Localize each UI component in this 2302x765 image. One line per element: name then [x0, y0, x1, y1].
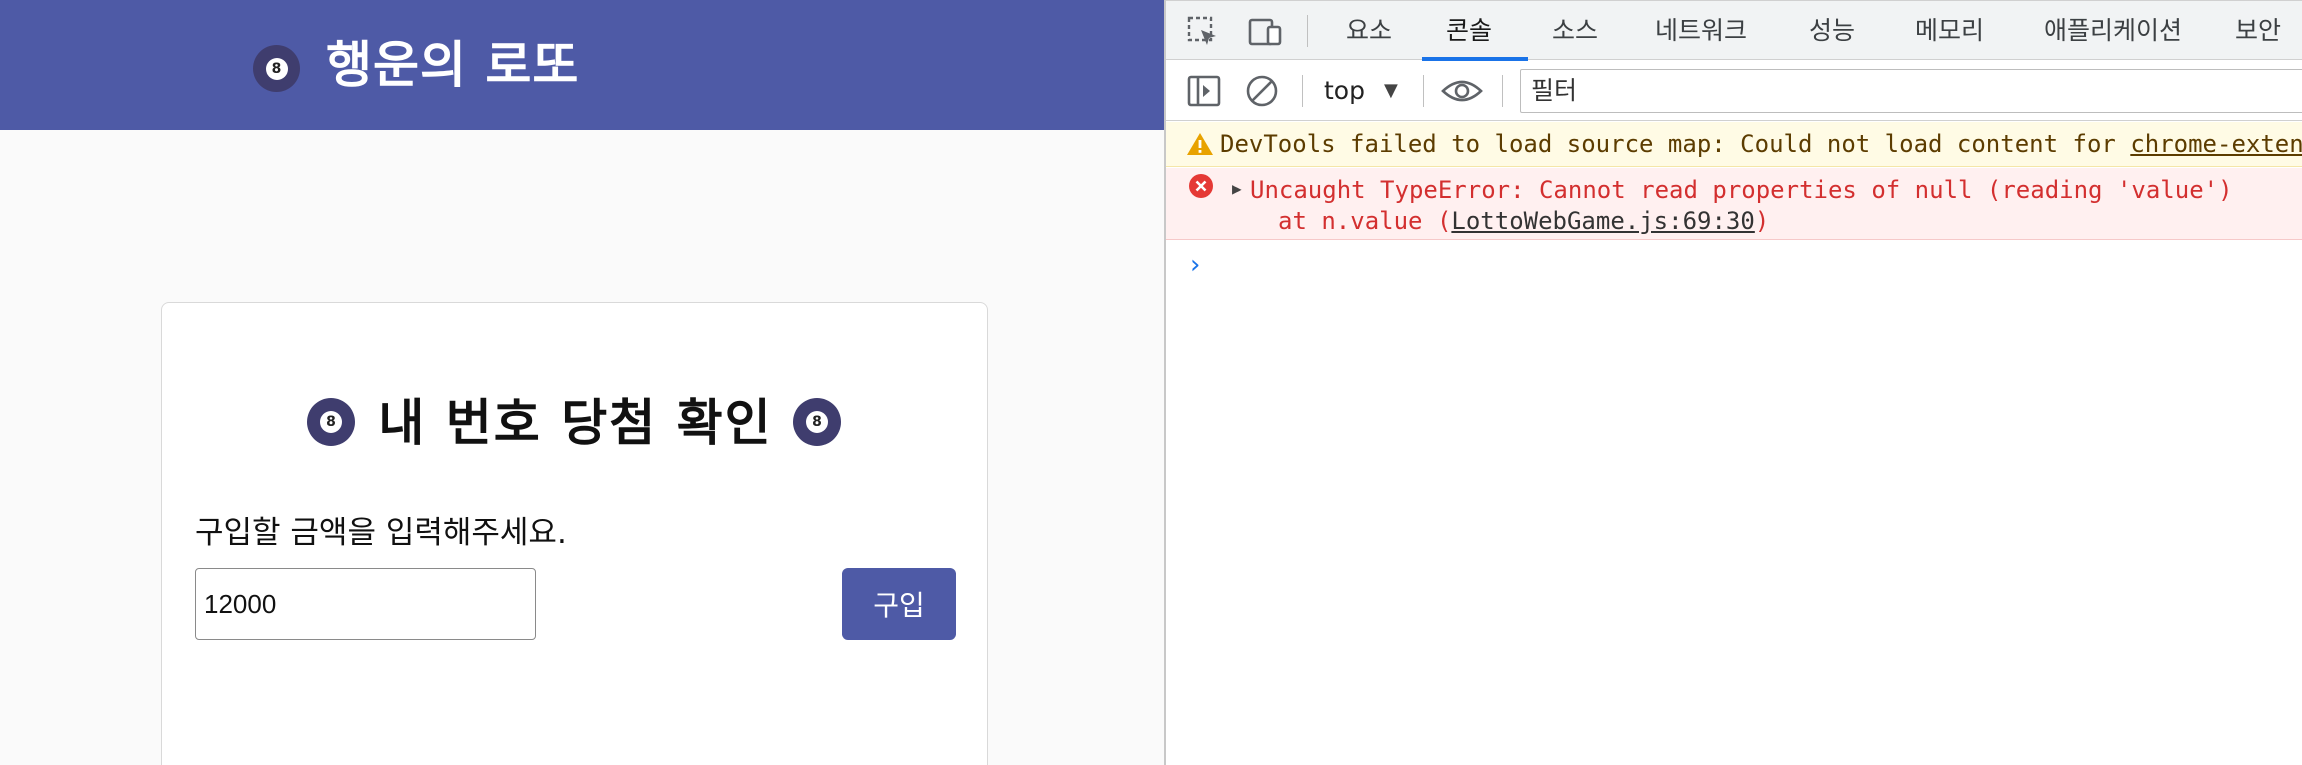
device-toolbar-icon[interactable]: [1246, 15, 1284, 49]
warning-icon: [1186, 131, 1214, 157]
tab-application[interactable]: 애플리케이션: [2044, 1, 2182, 61]
toolbar-separator: [1502, 75, 1503, 107]
chevron-down-icon[interactable]: ▼: [1384, 61, 1398, 121]
tab-performance[interactable]: 성능: [1809, 1, 1855, 61]
devtools-panel: 요소 콘솔 소스 네트워크 성능 메모리 애플리케이션 보안 top ▼ 필터 …: [1164, 0, 2302, 765]
inspect-element-icon[interactable]: [1186, 15, 1220, 49]
error-stack-line: at n.value (LottoWebGame.js:69:30): [1278, 207, 1769, 235]
toolbar-separator: [1423, 75, 1424, 107]
tab-elements[interactable]: 요소: [1346, 1, 1392, 61]
devtools-tabbar: 요소 콘솔 소스 네트워크 성능 메모리 애플리케이션 보안: [1166, 0, 2302, 61]
lotto-ball-icon: 8: [253, 45, 300, 92]
context-selector[interactable]: top: [1324, 61, 1365, 121]
error-icon: [1188, 173, 1214, 199]
app-header: 8 행운의 로또: [0, 0, 1165, 130]
amount-input[interactable]: [195, 568, 536, 640]
warning-text: DevTools failed to load source map: Coul…: [1220, 130, 2302, 158]
app-title: 행운의 로또: [326, 36, 580, 94]
console-error-message: ▶ Uncaught TypeError: Cannot read proper…: [1166, 168, 2302, 240]
clear-console-icon[interactable]: [1244, 73, 1280, 109]
lotto-card: 8 내 번호 당첨 확인 8 구입할 금액을 입력해주세요. 구입: [161, 302, 988, 765]
warning-message: DevTools failed to load source map: Coul…: [1220, 130, 2131, 158]
live-expression-icon[interactable]: [1440, 73, 1484, 109]
tab-console[interactable]: 콘솔: [1446, 1, 1492, 61]
tab-memory[interactable]: 메모리: [1915, 1, 1984, 61]
toolbar-separator: [1302, 75, 1303, 107]
lotto-ball-icon: 8: [793, 398, 841, 446]
filter-input[interactable]: 필터: [1520, 69, 2302, 113]
error-message: Uncaught TypeError: Cannot read properti…: [1250, 176, 2233, 204]
expand-triangle-icon[interactable]: ▶: [1232, 179, 1242, 198]
console-prompt[interactable]: ›: [1190, 250, 1200, 280]
console-warning-message: DevTools failed to load source map: Coul…: [1166, 122, 2302, 167]
console-toolbar: top ▼ 필터: [1166, 61, 2302, 121]
lotto-app: 8 행운의 로또 8 내 번호 당첨 확인 8 구입할 금액을 입력해주세요. …: [0, 0, 1165, 765]
tab-security[interactable]: 보안: [2235, 1, 2281, 61]
toolbar-separator: [1307, 15, 1308, 47]
ball-number: 8: [806, 411, 828, 433]
stack-suffix: ): [1754, 207, 1770, 235]
amount-label: 구입할 금액을 입력해주세요.: [195, 515, 567, 551]
buy-button[interactable]: 구입: [842, 568, 956, 640]
warning-source-link[interactable]: chrome-extension: [2130, 130, 2302, 158]
tab-network[interactable]: 네트워크: [1655, 1, 1747, 61]
ball-number: 8: [265, 57, 288, 80]
card-title: 내 번호 당첨 확인: [378, 394, 773, 452]
sidebar-toggle-icon[interactable]: [1186, 73, 1222, 109]
error-source-link[interactable]: LottoWebGame.js:69:30: [1451, 207, 1754, 235]
tab-sources[interactable]: 소스: [1552, 1, 1598, 61]
stack-prefix: at n.value (: [1278, 207, 1452, 235]
